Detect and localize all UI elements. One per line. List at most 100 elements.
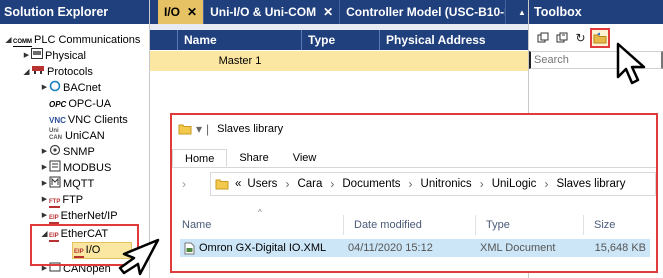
document-tabs: I/O ✕ Uni-I/O & Uni-COM ✕ Controller Mod… xyxy=(150,0,528,24)
expand-all-button[interactable] xyxy=(552,29,571,48)
tree-item-opc-ua[interactable]: OPC OPC-UA xyxy=(49,96,111,112)
file-explorer-title: Slaves library xyxy=(217,123,284,135)
chevron-right-icon[interactable]: › xyxy=(285,177,289,191)
modbus-icon xyxy=(49,160,61,177)
tab-strip-gutter xyxy=(150,0,158,24)
ethernet-ip-icon: EIP xyxy=(49,208,59,224)
expander-icon[interactable]: ▶ xyxy=(40,144,49,160)
close-icon[interactable]: ✕ xyxy=(323,0,333,24)
chevron-right-icon[interactable]: › xyxy=(330,177,334,191)
grid-header: Name Type Physical Address xyxy=(150,30,528,50)
tree-item-label: VNC Clients xyxy=(67,114,128,126)
file-row[interactable]: Omron GX-Digital IO.XML 04/11/2020 15:12… xyxy=(180,239,650,257)
tab-controller-model[interactable]: Controller Model (USC-B10-RA xyxy=(340,0,507,24)
tree-item-unican[interactable]: Uni CAN UniCAN xyxy=(49,128,105,144)
tree-item-vnc-clients[interactable]: VNC VNC Clients xyxy=(49,112,128,128)
grid-header-name[interactable]: Name xyxy=(178,30,302,50)
chevron-right-icon[interactable]: › xyxy=(409,177,413,191)
tree-item-plc-communications[interactable]: ◢ COMM PLC Communications xyxy=(4,32,140,48)
expander-icon[interactable]: ▶ xyxy=(40,208,49,224)
opc-ua-icon: OPC xyxy=(49,99,67,109)
tree-item-label: PLC Communications xyxy=(34,34,141,46)
breadcrumb-unitronics[interactable]: Unitronics xyxy=(421,178,472,190)
tree-item-mqtt[interactable]: ▶ MQTT xyxy=(40,176,94,192)
breadcrumb-unilogic[interactable]: UniLogic xyxy=(492,178,537,190)
grid-cell-name[interactable]: Master 1 xyxy=(178,51,302,71)
chevron-right-icon[interactable]: › xyxy=(544,177,548,191)
expander-icon[interactable]: ▶ xyxy=(40,192,49,208)
refresh-button[interactable]: ↻ xyxy=(571,29,590,48)
tab-overflow-icon[interactable]: ▲ xyxy=(516,0,528,24)
tree-item-protocols[interactable]: ◢ Protocols xyxy=(22,64,93,80)
tree-item-modbus[interactable]: ▶ MODBUS xyxy=(40,160,111,176)
quick-access-dropdown-icon[interactable]: ▾ xyxy=(196,122,202,136)
folder-icon xyxy=(178,124,192,135)
ribbon-tabs: Home Share View xyxy=(172,149,328,167)
collapse-all-button[interactable] xyxy=(533,29,552,48)
breadcrumb-overflow[interactable]: « xyxy=(235,178,241,190)
chevron-right-icon[interactable]: › xyxy=(480,177,484,191)
expander-icon[interactable]: ◢ xyxy=(22,64,31,80)
column-size[interactable]: Size xyxy=(584,215,656,235)
grid-row-master-1[interactable]: Master 1 xyxy=(150,51,528,71)
tree-item-label: EtherNet/IP xyxy=(60,210,118,222)
tree-item-snmp[interactable]: ▶ SNMP xyxy=(40,144,95,160)
expand-all-icon xyxy=(556,32,567,43)
grid-cell-address[interactable] xyxy=(380,51,528,71)
tree-item-label: SNMP xyxy=(63,146,95,158)
folder-import-icon xyxy=(593,32,607,44)
protocols-icon xyxy=(31,64,45,80)
refresh-icon: ↻ xyxy=(575,31,586,45)
expander-icon[interactable]: ◢ xyxy=(4,32,13,48)
ftp-icon: FTP xyxy=(49,192,61,208)
grid-header-physical-address[interactable]: Physical Address xyxy=(380,30,528,50)
column-type[interactable]: Type xyxy=(476,215,584,235)
ribbon-tab-share[interactable]: Share xyxy=(227,149,280,167)
tab-uni-io-uni-com[interactable]: Uni-I/O & Uni-COM ✕ xyxy=(204,0,341,24)
grid-cell-type[interactable] xyxy=(302,51,380,71)
breadcrumb-cara[interactable]: Cara xyxy=(297,178,322,190)
plc-communications-icon: COMM xyxy=(13,39,32,47)
grid-header-rowhead xyxy=(150,30,178,50)
file-list-header: Name Date modified Type Size xyxy=(172,215,656,235)
file-explorer-titlebar: ▾ | Slaves library xyxy=(172,115,656,143)
breadcrumb-slaves-library[interactable]: Slaves library xyxy=(556,178,625,190)
tree-item-physical[interactable]: ▶ Physical xyxy=(22,48,86,64)
folder-icon xyxy=(215,179,229,190)
tree-item-bacnet[interactable]: ▶ BACnet xyxy=(40,80,101,96)
snmp-icon xyxy=(49,144,61,161)
import-slave-button[interactable] xyxy=(590,28,610,48)
expander-icon[interactable]: ▶ xyxy=(22,48,31,64)
physical-icon xyxy=(31,48,43,64)
collapse-all-icon xyxy=(537,32,548,43)
address-bar[interactable]: « Users › Cara › Documents › Unitronics … xyxy=(210,172,656,196)
breadcrumb-documents[interactable]: Documents xyxy=(342,178,400,190)
ribbon-tab-home[interactable]: Home xyxy=(172,149,228,167)
forward-arrow-icon[interactable]: › xyxy=(176,177,192,191)
ribbon-tab-view[interactable]: View xyxy=(281,149,329,167)
tree-item-label: Physical xyxy=(45,50,86,62)
tree-item-label: FTP xyxy=(62,194,84,206)
mouse-pointer-icon xyxy=(616,42,646,85)
expander-icon[interactable]: ▶ xyxy=(40,160,49,176)
grid-header-type[interactable]: Type xyxy=(302,30,380,50)
mouse-pointer-icon xyxy=(118,238,160,276)
file-name: Omron GX-Digital IO.XML xyxy=(199,242,327,254)
file-name-cell[interactable]: Omron GX-Digital IO.XML xyxy=(180,239,344,257)
tab-io[interactable]: I/O ✕ xyxy=(158,0,205,24)
breadcrumb-users[interactable]: Users xyxy=(247,178,277,190)
column-date-modified[interactable]: Date modified xyxy=(344,215,476,235)
tab-label: I/O xyxy=(164,5,181,19)
column-name[interactable]: Name xyxy=(172,215,344,235)
tree-item-label: Protocols xyxy=(47,66,93,78)
solution-explorer-title: Solution Explorer xyxy=(0,0,149,24)
expander-icon[interactable]: ▶ xyxy=(40,80,49,96)
expander-icon[interactable]: ▶ xyxy=(40,176,49,192)
tree-item-ftp[interactable]: ▶ FTP FTP xyxy=(40,192,83,208)
title-separator: | xyxy=(206,122,210,136)
file-date: 04/11/2020 15:12 xyxy=(348,242,433,254)
file-type: XML Document xyxy=(480,242,556,254)
close-icon[interactable]: ✕ xyxy=(187,0,197,24)
tree-item-label: MODBUS xyxy=(63,162,112,174)
tree-item-ethernet-ip[interactable]: ▶ EIP EtherNet/IP xyxy=(40,208,118,224)
